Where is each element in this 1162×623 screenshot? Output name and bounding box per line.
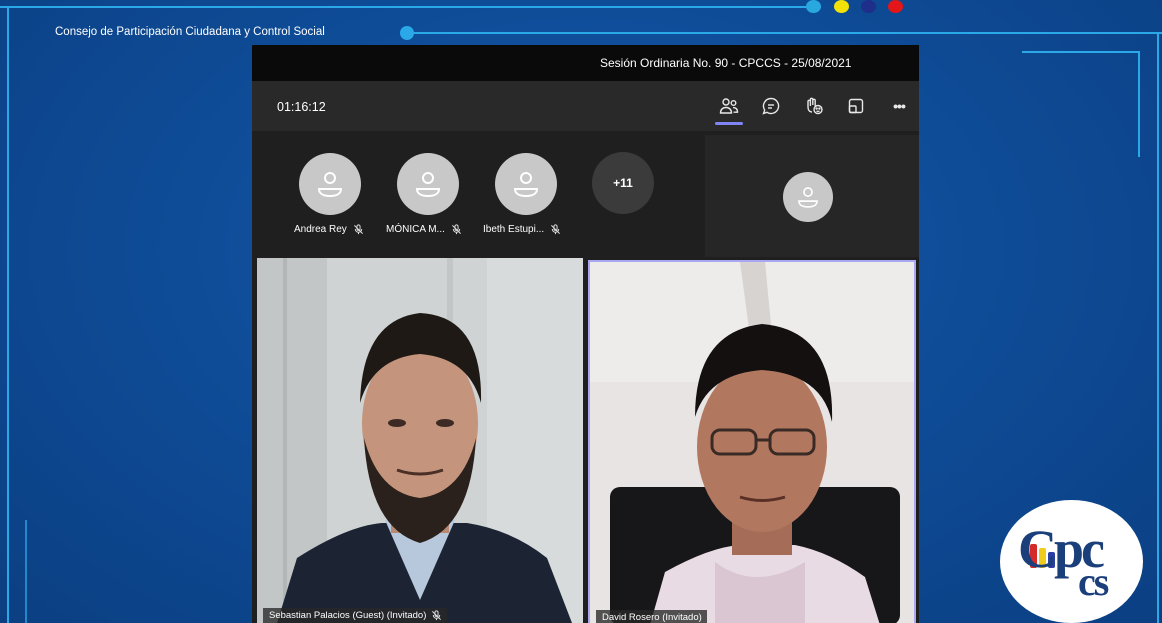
people-icon	[719, 98, 739, 114]
left-vertical-line	[7, 6, 9, 623]
participant-name-text: MÓNICA M...	[386, 224, 445, 235]
participant-avatar[interactable]	[299, 153, 361, 215]
more-participants-button[interactable]: +11	[592, 152, 654, 214]
inner-left-line	[25, 520, 27, 623]
color-dot-navy	[861, 0, 876, 13]
participant-avatar[interactable]	[397, 153, 459, 215]
header-line-dot	[400, 26, 414, 40]
more-options-icon: •••	[893, 98, 906, 114]
color-dot-red	[888, 0, 903, 13]
chat-icon	[762, 97, 780, 115]
video-name-label: David Rosero (Invitado)	[596, 610, 707, 623]
meeting-toolbar: 01:16:12 •••	[252, 81, 919, 131]
organization-title: Consejo de Participación Ciudadana y Con…	[55, 26, 325, 38]
share-button[interactable]	[839, 91, 873, 121]
participant-name-1: Andrea Rey	[294, 224, 364, 235]
top-line	[0, 6, 810, 8]
meeting-timer: 01:16:12	[277, 100, 326, 114]
logo-text-sub: cs	[1078, 559, 1109, 604]
video-name-text: Sebastian Palacios (Guest) (Invitado)	[269, 610, 427, 621]
person-icon	[798, 187, 818, 208]
participant-name-2: MÓNICA M...	[386, 224, 462, 235]
video-tile-david[interactable]: David Rosero (Invitado)	[588, 260, 916, 623]
participant-video	[257, 258, 583, 623]
participant-avatar[interactable]	[495, 153, 557, 215]
video-tile-sebastian[interactable]: Sebastian Palacios (Guest) (Invitado)	[257, 258, 583, 623]
mic-off-icon	[551, 224, 561, 235]
more-options-button[interactable]: •••	[882, 91, 916, 121]
person-icon	[513, 172, 539, 198]
meeting-title: Sesión Ordinaria No. 90 - CPCCS - 25/08/…	[600, 56, 852, 70]
far-right-line	[1157, 32, 1159, 623]
chat-button[interactable]	[754, 91, 788, 121]
color-dot-yellow	[834, 0, 849, 13]
mic-off-icon	[353, 224, 363, 235]
participant-avatar	[783, 172, 833, 222]
video-name-label: Sebastian Palacios (Guest) (Invitado)	[263, 608, 448, 623]
right-corner-line-h	[1022, 51, 1140, 53]
participants-button[interactable]	[712, 91, 746, 125]
person-icon	[317, 172, 343, 198]
right-corner-line-v	[1138, 51, 1140, 157]
reactions-button[interactable]	[797, 91, 831, 121]
mic-off-icon	[432, 610, 442, 621]
share-tray-icon	[848, 98, 864, 114]
teams-meeting-window: Sesión Ordinaria No. 90 - CPCCS - 25/08/…	[252, 45, 919, 623]
participant-name-3: Ibeth Estupi...	[483, 224, 561, 235]
cpccs-logo: Cpc cs	[1000, 500, 1143, 623]
person-icon	[415, 172, 441, 198]
participant-name-text: Ibeth Estupi...	[483, 224, 545, 235]
meeting-title-bar: Sesión Ordinaria No. 90 - CPCCS - 25/08/…	[252, 45, 919, 81]
raise-hand-icon	[807, 97, 823, 115]
video-name-text: David Rosero (Invitado)	[602, 612, 702, 623]
speaker-tile-avatar[interactable]	[705, 135, 919, 257]
participants-strip: +11	[252, 131, 702, 257]
mic-off-icon	[451, 224, 461, 235]
participant-video	[590, 262, 914, 623]
participant-name-text: Andrea Rey	[294, 224, 347, 235]
header-line	[408, 32, 1162, 34]
color-dot-blue	[806, 0, 821, 13]
